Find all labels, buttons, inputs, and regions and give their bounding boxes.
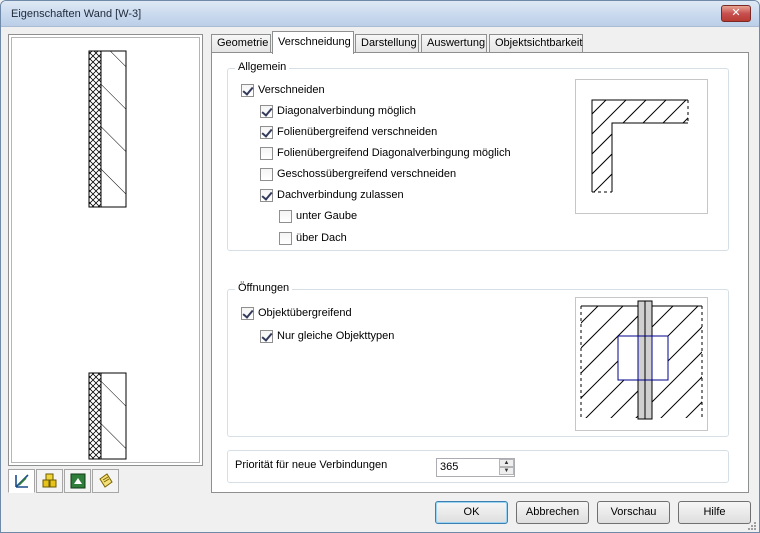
group-allgemein-title: Allgemein	[235, 61, 290, 73]
tab-verschneidung[interactable]: Verschneidung	[272, 31, 354, 54]
prioritaet-label: Priorität für neue Verbindungen	[235, 459, 388, 471]
cancel-button[interactable]: Abbrechen	[516, 501, 589, 524]
resize-grip-icon[interactable]	[747, 521, 757, 531]
option-folienuebergreifend-label: Folienübergreifend verschneiden	[277, 126, 438, 138]
option-dachverbindung-checkbox[interactable]	[260, 189, 273, 202]
group-oeffnungen: Öffnungen Objektübergreifend Nur gleiche…	[227, 282, 729, 437]
help-button[interactable]: Hilfe	[678, 501, 751, 524]
display-icon[interactable]	[64, 469, 91, 493]
option-folienuebergreifend-checkbox[interactable]	[260, 126, 273, 139]
group-prioritaet: Priorität für neue Verbindungen 365 ▲ ▼	[227, 450, 729, 483]
option-ueber-dach-checkbox[interactable]	[279, 232, 292, 245]
close-button[interactable]: ✕	[721, 5, 751, 22]
corner-join-sketch	[575, 79, 708, 214]
wall-geometry-icon[interactable]	[8, 469, 35, 493]
dialog-client: Geometrie Verschneidung Darstellung Ausw…	[1, 28, 759, 532]
option-objektuebergreifend-checkbox[interactable]	[241, 307, 254, 320]
option-diagonalverbindung-label: Diagonalverbindung möglich	[277, 105, 416, 117]
prioritaet-input[interactable]: 365 ▲ ▼	[436, 458, 515, 477]
preview-button[interactable]: Vorschau	[597, 501, 670, 524]
tab-auswertung[interactable]: Auswertung	[421, 34, 487, 53]
option-gleiche-objekttypen-label: Nur gleiche Objekttypen	[277, 330, 395, 342]
properties-dialog: Eigenschaften Wand [W-3] ✕ Geometrie Ver…	[0, 0, 760, 533]
option-folien-diagonal-label: Folienübergreifend Diagonalverbingung mö…	[277, 147, 511, 159]
tab-geometrie[interactable]: Geometrie	[211, 34, 271, 53]
ok-button[interactable]: OK	[435, 501, 508, 524]
spin-up-icon[interactable]: ▲	[499, 459, 514, 467]
tab-objektsichtbarkeit[interactable]: Objektsichtbarkeit	[489, 34, 583, 53]
wall-preview-panel	[8, 34, 203, 466]
option-objektuebergreifend-label: Objektübergreifend	[258, 307, 352, 319]
option-geschossuebergreifend-checkbox[interactable]	[260, 168, 273, 181]
opening-sketch	[575, 297, 708, 431]
title-bar[interactable]: Eigenschaften Wand [W-3] ✕	[1, 1, 759, 27]
option-verschneiden-checkbox[interactable]	[241, 84, 254, 97]
tab-darstellung[interactable]: Darstellung	[355, 34, 419, 53]
tab-panel-verschneidung: Allgemein Verschneiden Diagonalverbindun…	[211, 52, 749, 493]
option-folien-diagonal-checkbox[interactable]	[260, 147, 273, 160]
group-oeffnungen-title: Öffnungen	[235, 282, 293, 294]
option-unter-gaube-label: unter Gaube	[296, 210, 358, 222]
option-verschneiden-label: Verschneiden	[258, 84, 325, 96]
spin-down-icon[interactable]: ▼	[499, 467, 514, 475]
option-unter-gaube-checkbox[interactable]	[279, 210, 292, 223]
notes-icon[interactable]	[92, 469, 119, 493]
option-gleiche-objekttypen-checkbox[interactable]	[260, 330, 273, 343]
wall-section-preview	[88, 50, 127, 460]
materials-icon[interactable]	[36, 469, 63, 493]
option-dachverbindung-label: Dachverbindung zulassen	[277, 189, 404, 201]
option-geschossuebergreifend-label: Geschossübergreifend verschneiden	[277, 168, 457, 180]
option-diagonalverbindung-checkbox[interactable]	[260, 105, 273, 118]
group-allgemein: Allgemein Verschneiden Diagonalverbindun…	[227, 61, 729, 251]
prioritaet-value: 365	[440, 461, 459, 473]
window-title: Eigenschaften Wand [W-3]	[11, 8, 142, 20]
option-ueber-dach-label: über Dach	[296, 232, 347, 244]
